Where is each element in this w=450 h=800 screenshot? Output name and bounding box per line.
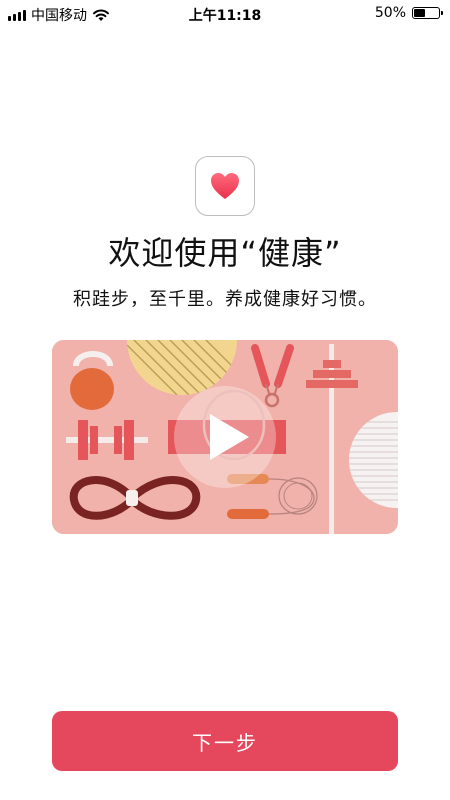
battery-fill	[414, 9, 425, 17]
health-app-icon	[195, 156, 255, 216]
welcome-screen: 中国移动 上午11:18 50% 欢迎使用“健康” 积跬步，至千里。养成健康好习…	[0, 0, 450, 800]
status-right: 50%	[374, 5, 443, 21]
fitness-illustration	[52, 340, 398, 534]
heart-icon	[211, 173, 239, 199]
page-title: 欢迎使用“健康”	[108, 234, 342, 272]
play-icon	[174, 386, 276, 488]
status-bar: 中国移动 上午11:18 50%	[0, 0, 450, 26]
battery-icon	[412, 7, 443, 19]
intro-video[interactable]	[52, 340, 398, 534]
next-button[interactable]: 下一步	[52, 711, 398, 771]
battery-percent: 50%	[374, 5, 406, 21]
page-subtitle: 积跬步，至千里。养成健康好习惯。	[73, 289, 377, 310]
